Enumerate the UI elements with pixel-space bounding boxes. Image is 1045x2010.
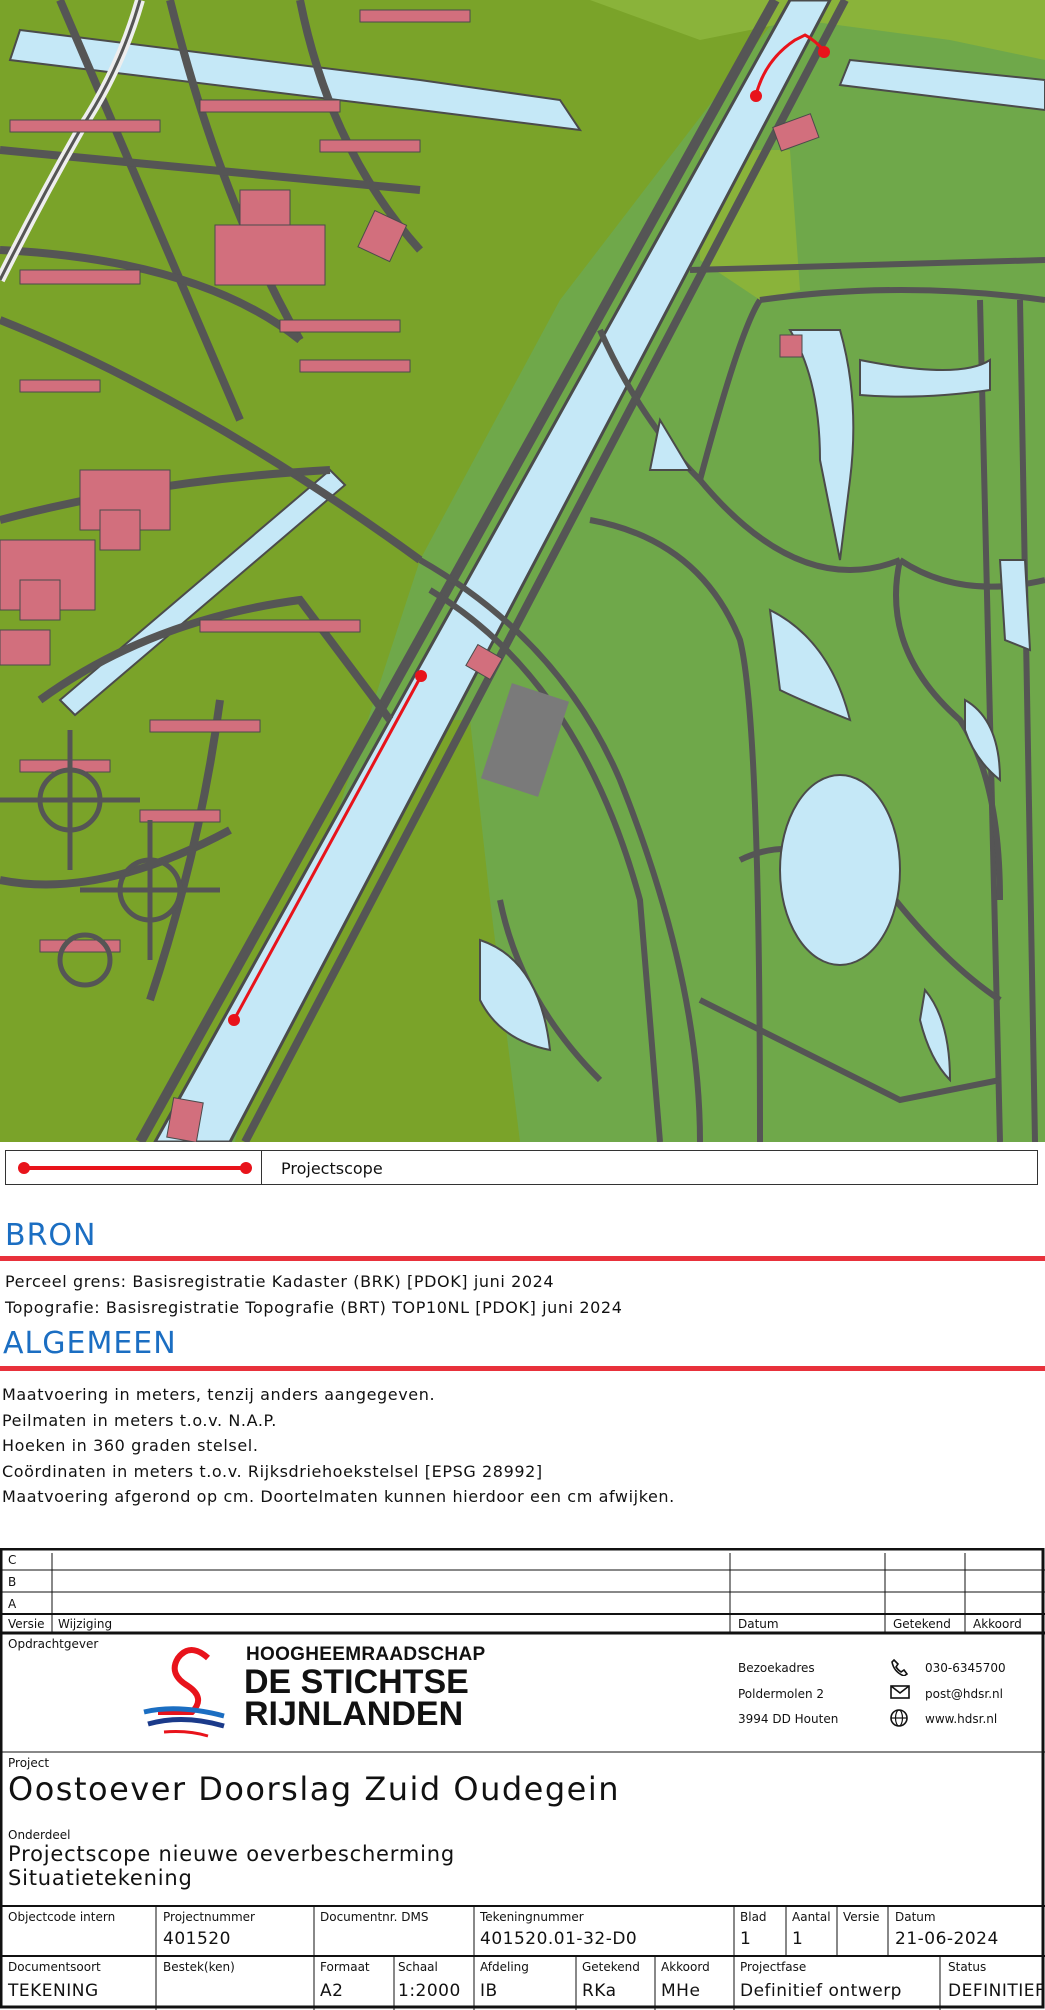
getekend-label: Getekend <box>582 1960 640 1974</box>
datum-label: Datum <box>895 1910 936 1924</box>
logo-line-3: RIJNLANDEN <box>244 1695 464 1733</box>
algemeen-line-2: Peilmaten in meters t.o.v. N.A.P. <box>2 1411 277 1430</box>
documentsoort-label: Documentsoort <box>8 1960 101 1974</box>
schaal-label: Schaal <box>398 1960 438 1974</box>
revision-header-akkoord: Akkoord <box>973 1617 1022 1631</box>
project-label: Project <box>8 1756 50 1770</box>
status-value: DEFINITIEF <box>948 1981 1045 2001</box>
address-street: Poldermolen 2 <box>738 1687 825 1701</box>
project-name: Oostoever Doorslag Zuid Oudegein <box>8 1770 621 1808</box>
tekeningnummer-label: Tekeningnummer <box>480 1910 584 1924</box>
bron-line-2: Topografie: Basisregistratie Topografie … <box>5 1298 623 1317</box>
hdsr-logo <box>138 1640 228 1740</box>
afdeling-value: IB <box>480 1981 498 2001</box>
map-canvas[interactable] <box>0 0 1045 1142</box>
globe-icon <box>890 1709 908 1731</box>
bron-divider <box>0 1256 1045 1261</box>
algemeen-divider <box>0 1366 1045 1371</box>
schaal-value: 1:2000 <box>398 1981 461 2001</box>
onderdeel-line-2: Situatietekening <box>8 1866 193 1890</box>
versie-label: Versie <box>843 1910 880 1924</box>
objectcode-label: Objectcode intern <box>8 1910 116 1924</box>
revision-header-wijziging: Wijziging <box>58 1617 113 1631</box>
revision-row-b: B <box>8 1575 17 1589</box>
legend: Projectscope <box>5 1150 1038 1185</box>
blad-label: Blad <box>740 1910 767 1924</box>
bron-title: BRON <box>5 1218 97 1253</box>
revision-header-datum: Datum <box>738 1617 779 1631</box>
website[interactable]: www.hdsr.nl <box>925 1712 997 1726</box>
blad-value: 1 <box>740 1929 752 1949</box>
route-start-marker <box>415 670 427 682</box>
algemeen-line-4: Coördinaten in meters t.o.v. Rijksdrieho… <box>2 1462 543 1481</box>
revision-header-getekend: Getekend <box>893 1617 951 1631</box>
algemeen-title: ALGEMEEN <box>3 1326 177 1361</box>
phone-icon <box>890 1658 909 1680</box>
algemeen-line-5: Maatvoering afgerond op cm. Doortelmaten… <box>2 1487 675 1506</box>
algemeen-line-1: Maatvoering in meters, tenzij anders aan… <box>2 1385 436 1404</box>
email-address[interactable]: post@hdsr.nl <box>925 1687 1003 1701</box>
revision-row-c: C <box>8 1553 17 1567</box>
akkoord-value: MHe <box>661 1981 701 2001</box>
revision-header-versie: Versie <box>8 1617 45 1631</box>
bron-line-1: Perceel grens: Basisregistratie Kadaster… <box>5 1272 555 1291</box>
swan-icon <box>143 1647 225 1738</box>
onderdeel-label: Onderdeel <box>8 1828 71 1842</box>
address-city: 3994 DD Houten <box>738 1712 839 1726</box>
mail-icon <box>890 1684 910 1704</box>
client-label: Opdrachtgever <box>8 1637 99 1651</box>
projectnummer-label: Projectnummer <box>163 1910 255 1924</box>
formaat-value: A2 <box>320 1981 344 2001</box>
aantal-label: Aantal <box>792 1910 831 1924</box>
title-block: C B A Versie Wijziging Datum Getekend Ak… <box>0 1548 1045 2010</box>
formaat-label: Formaat <box>320 1960 370 1974</box>
tekeningnummer-value: 401520.01-32-D0 <box>480 1929 638 1949</box>
legend-symbol <box>6 1151 262 1184</box>
logo-line-2: DE STICHTSE <box>244 1663 469 1701</box>
getekend-value: RKa <box>582 1981 617 2001</box>
akkoord-label: Akkoord <box>661 1960 710 1974</box>
status-label: Status <box>948 1960 987 1974</box>
legend-label: Projectscope <box>281 1159 383 1178</box>
aantal-value: 1 <box>792 1929 804 1949</box>
algemeen-line-3: Hoeken in 360 graden stelsel. <box>2 1436 259 1455</box>
datum-value: 21-06-2024 <box>895 1929 999 1949</box>
map-svg <box>0 0 1045 1142</box>
revision-row-a: A <box>8 1597 17 1611</box>
afdeling-label: Afdeling <box>480 1960 529 1974</box>
address-label: Bezoekadres <box>738 1661 815 1675</box>
route-end-marker <box>228 1014 240 1026</box>
documentsoort-value: TEKENING <box>8 1981 99 2001</box>
bestek-label: Bestek(ken) <box>163 1960 235 1974</box>
projectfase-value: Definitief ontwerp <box>740 1981 902 2001</box>
projectfase-label: Projectfase <box>740 1960 807 1974</box>
phone-number[interactable]: 030-6345700 <box>925 1661 1006 1675</box>
onderdeel-line-1: Projectscope nieuwe oeverbescherming <box>8 1842 455 1866</box>
projectnummer-value: 401520 <box>163 1929 231 1949</box>
documentnr-label: Documentnr. DMS <box>320 1910 429 1924</box>
